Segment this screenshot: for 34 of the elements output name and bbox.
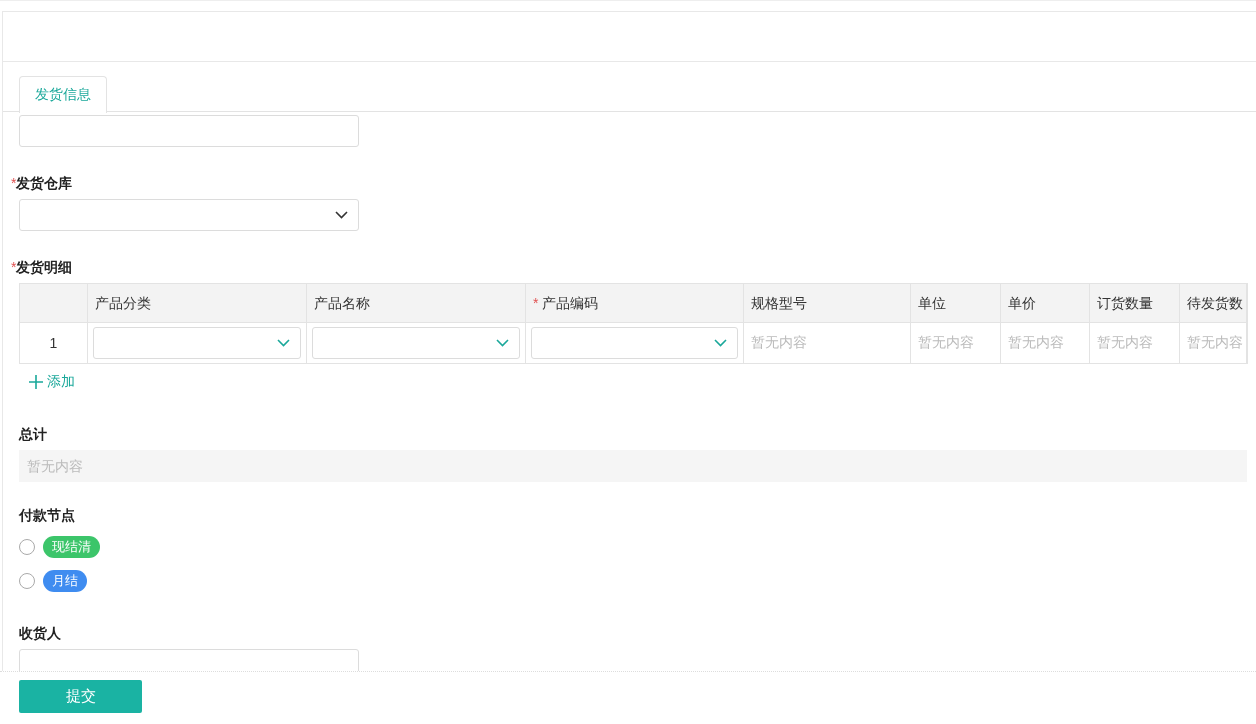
table-cell: 暂无内容 [1180, 323, 1247, 363]
column-header: 待发货数 [1180, 284, 1247, 323]
chevron-down-icon [277, 339, 290, 347]
column-header: 单价 [1001, 284, 1090, 323]
field-label: *发货仓库 [11, 174, 73, 193]
column-header: * 产品编码 [526, 284, 744, 323]
select-field[interactable] [93, 327, 301, 359]
select-field[interactable] [312, 327, 520, 359]
text-field[interactable] [19, 115, 359, 147]
field-label: 总计 [19, 425, 47, 444]
row-number: 1 [20, 323, 88, 363]
add-link[interactable]: 添加 [29, 372, 75, 392]
table-cell: 暂无内容 [1090, 323, 1180, 363]
table-cell: 暂无内容 [911, 323, 1001, 363]
option-tag[interactable]: 现结清 [43, 536, 100, 558]
column-header: 产品名称 [307, 284, 526, 323]
tab[interactable]: 发货信息 [19, 76, 107, 113]
select-field[interactable] [531, 327, 738, 359]
chevron-down-icon [714, 339, 727, 347]
column-header: 规格型号 [744, 284, 911, 323]
column-header: 单位 [911, 284, 1001, 323]
table-cell: 暂无内容 [1001, 323, 1090, 363]
plus-icon [29, 375, 43, 389]
field-label: *发货明细 [11, 258, 73, 277]
chevron-down-icon [335, 211, 348, 219]
option-tag[interactable]: 月结 [43, 570, 87, 592]
chevron-down-icon [496, 339, 509, 347]
select-field[interactable] [19, 199, 359, 231]
column-header: 订货数量 [1090, 284, 1180, 323]
table-cell: 暂无内容 [744, 323, 911, 363]
field-label: 付款节点 [19, 506, 75, 525]
submit-button[interactable]: 提交 [19, 680, 142, 713]
field-label: 收货人 [19, 624, 61, 643]
column-header: 产品分类 [88, 284, 307, 323]
